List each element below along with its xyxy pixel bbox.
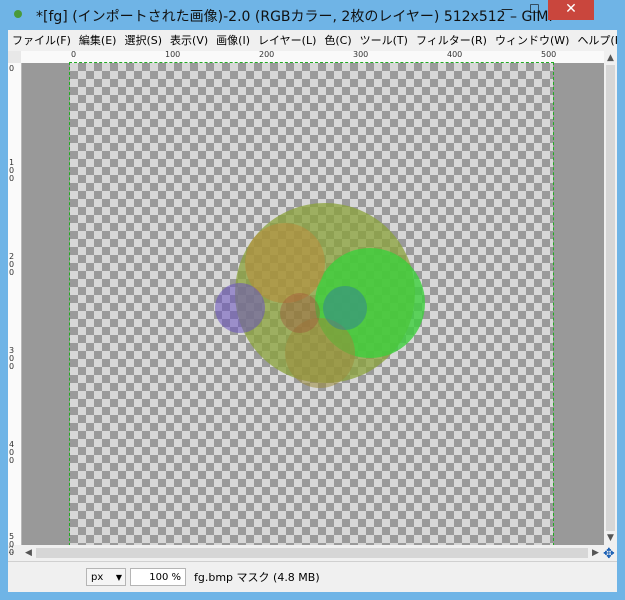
hruler-label: 100 [165,50,181,59]
title-bar[interactable]: *[fg] (インポートされた画像)-2.0 (RGBカラー, 2枚のレイヤー)… [0,0,625,30]
vertical-scrollbar[interactable]: ▲ ▼ [604,51,617,545]
menu-edit[interactable]: 編集(E) [75,30,121,50]
hruler-label: 400 [447,50,463,59]
zoom-input[interactable]: 100 % [130,568,186,586]
canvas-area[interactable] [22,62,604,546]
gimp-app-icon [14,10,22,18]
zoom-value: 100 % [149,572,181,583]
vertical-ruler[interactable]: 0 100 200 300 400 500 [8,63,22,557]
vruler-label: 400 [9,440,15,465]
scroll-down-arrow-icon[interactable]: ▼ [607,533,614,543]
hruler-label: 200 [259,50,275,59]
gimp-window: *[fg] (インポートされた画像)-2.0 (RGBカラー, 2枚のレイヤー)… [0,0,625,600]
close-button[interactable]: ✕ [548,0,594,20]
status-message: fg.bmp マスク (4.8 MB) [194,571,320,584]
image-window-client: ファイル(F) 編集(E) 選択(S) 表示(V) 画像(I) レイヤー(L) 色(C) ツー… [8,30,617,592]
horizontal-scroll-thumb[interactable] [36,548,588,558]
scroll-left-arrow-icon[interactable]: ◀ [25,548,32,558]
menu-help[interactable]: ヘルプ(H) [573,30,617,50]
minimize-icon: — [501,2,513,16]
close-icon: ✕ [565,1,577,17]
status-bar: px ▼ 100 % fg.bmp マスク (4.8 MB) [8,561,617,592]
window-title: *[fg] (インポートされた画像)-2.0 (RGBカラー, 2枚のレイヤー)… [36,9,557,25]
scroll-right-arrow-icon[interactable]: ▶ [592,548,599,558]
hruler-label: 500 [541,50,557,59]
sphere-blob [215,203,425,388]
maximize-button[interactable]: ☐ [521,0,548,20]
menu-windows[interactable]: ウィンドウ(W) [491,30,573,50]
ruler-corner[interactable] [8,51,21,63]
quick-mask-icon[interactable]: ⁚⁚ [8,546,21,560]
unit-value: px [91,572,104,583]
horizontal-scrollbar[interactable]: ◀ ▶ [22,545,604,561]
vruler-label: 200 [9,252,15,277]
vruler-label: 100 [9,158,15,183]
image-canvas[interactable] [69,62,554,546]
navigate-icon[interactable]: ✥ [603,546,615,562]
menu-view[interactable]: 表示(V) [166,30,212,50]
vruler-label: 300 [9,346,15,371]
menu-filters[interactable]: フィルター(R) [412,30,491,50]
hruler-label: 300 [353,50,369,59]
image-content [215,203,425,388]
vruler-label: 0 [9,64,15,73]
menu-image[interactable]: 画像(I) [212,30,254,50]
scroll-up-arrow-icon[interactable]: ▲ [607,53,614,63]
maximize-icon: ☐ [529,2,540,16]
menu-bar: ファイル(F) 編集(E) 選択(S) 表示(V) 画像(I) レイヤー(L) 色(C) ツー… [8,30,617,50]
menu-tools[interactable]: ツール(T) [356,30,412,50]
menu-colors[interactable]: 色(C) [320,30,355,50]
menu-select[interactable]: 選択(S) [120,30,166,50]
menu-file[interactable]: ファイル(F) [8,30,75,50]
chevron-down-icon: ▼ [115,573,122,582]
unit-select[interactable]: px ▼ [86,568,126,586]
minimize-button[interactable]: — [493,0,521,20]
vertical-scroll-thumb[interactable] [606,65,615,531]
menu-layer[interactable]: レイヤー(L) [254,30,320,50]
hruler-label: 0 [71,50,77,59]
